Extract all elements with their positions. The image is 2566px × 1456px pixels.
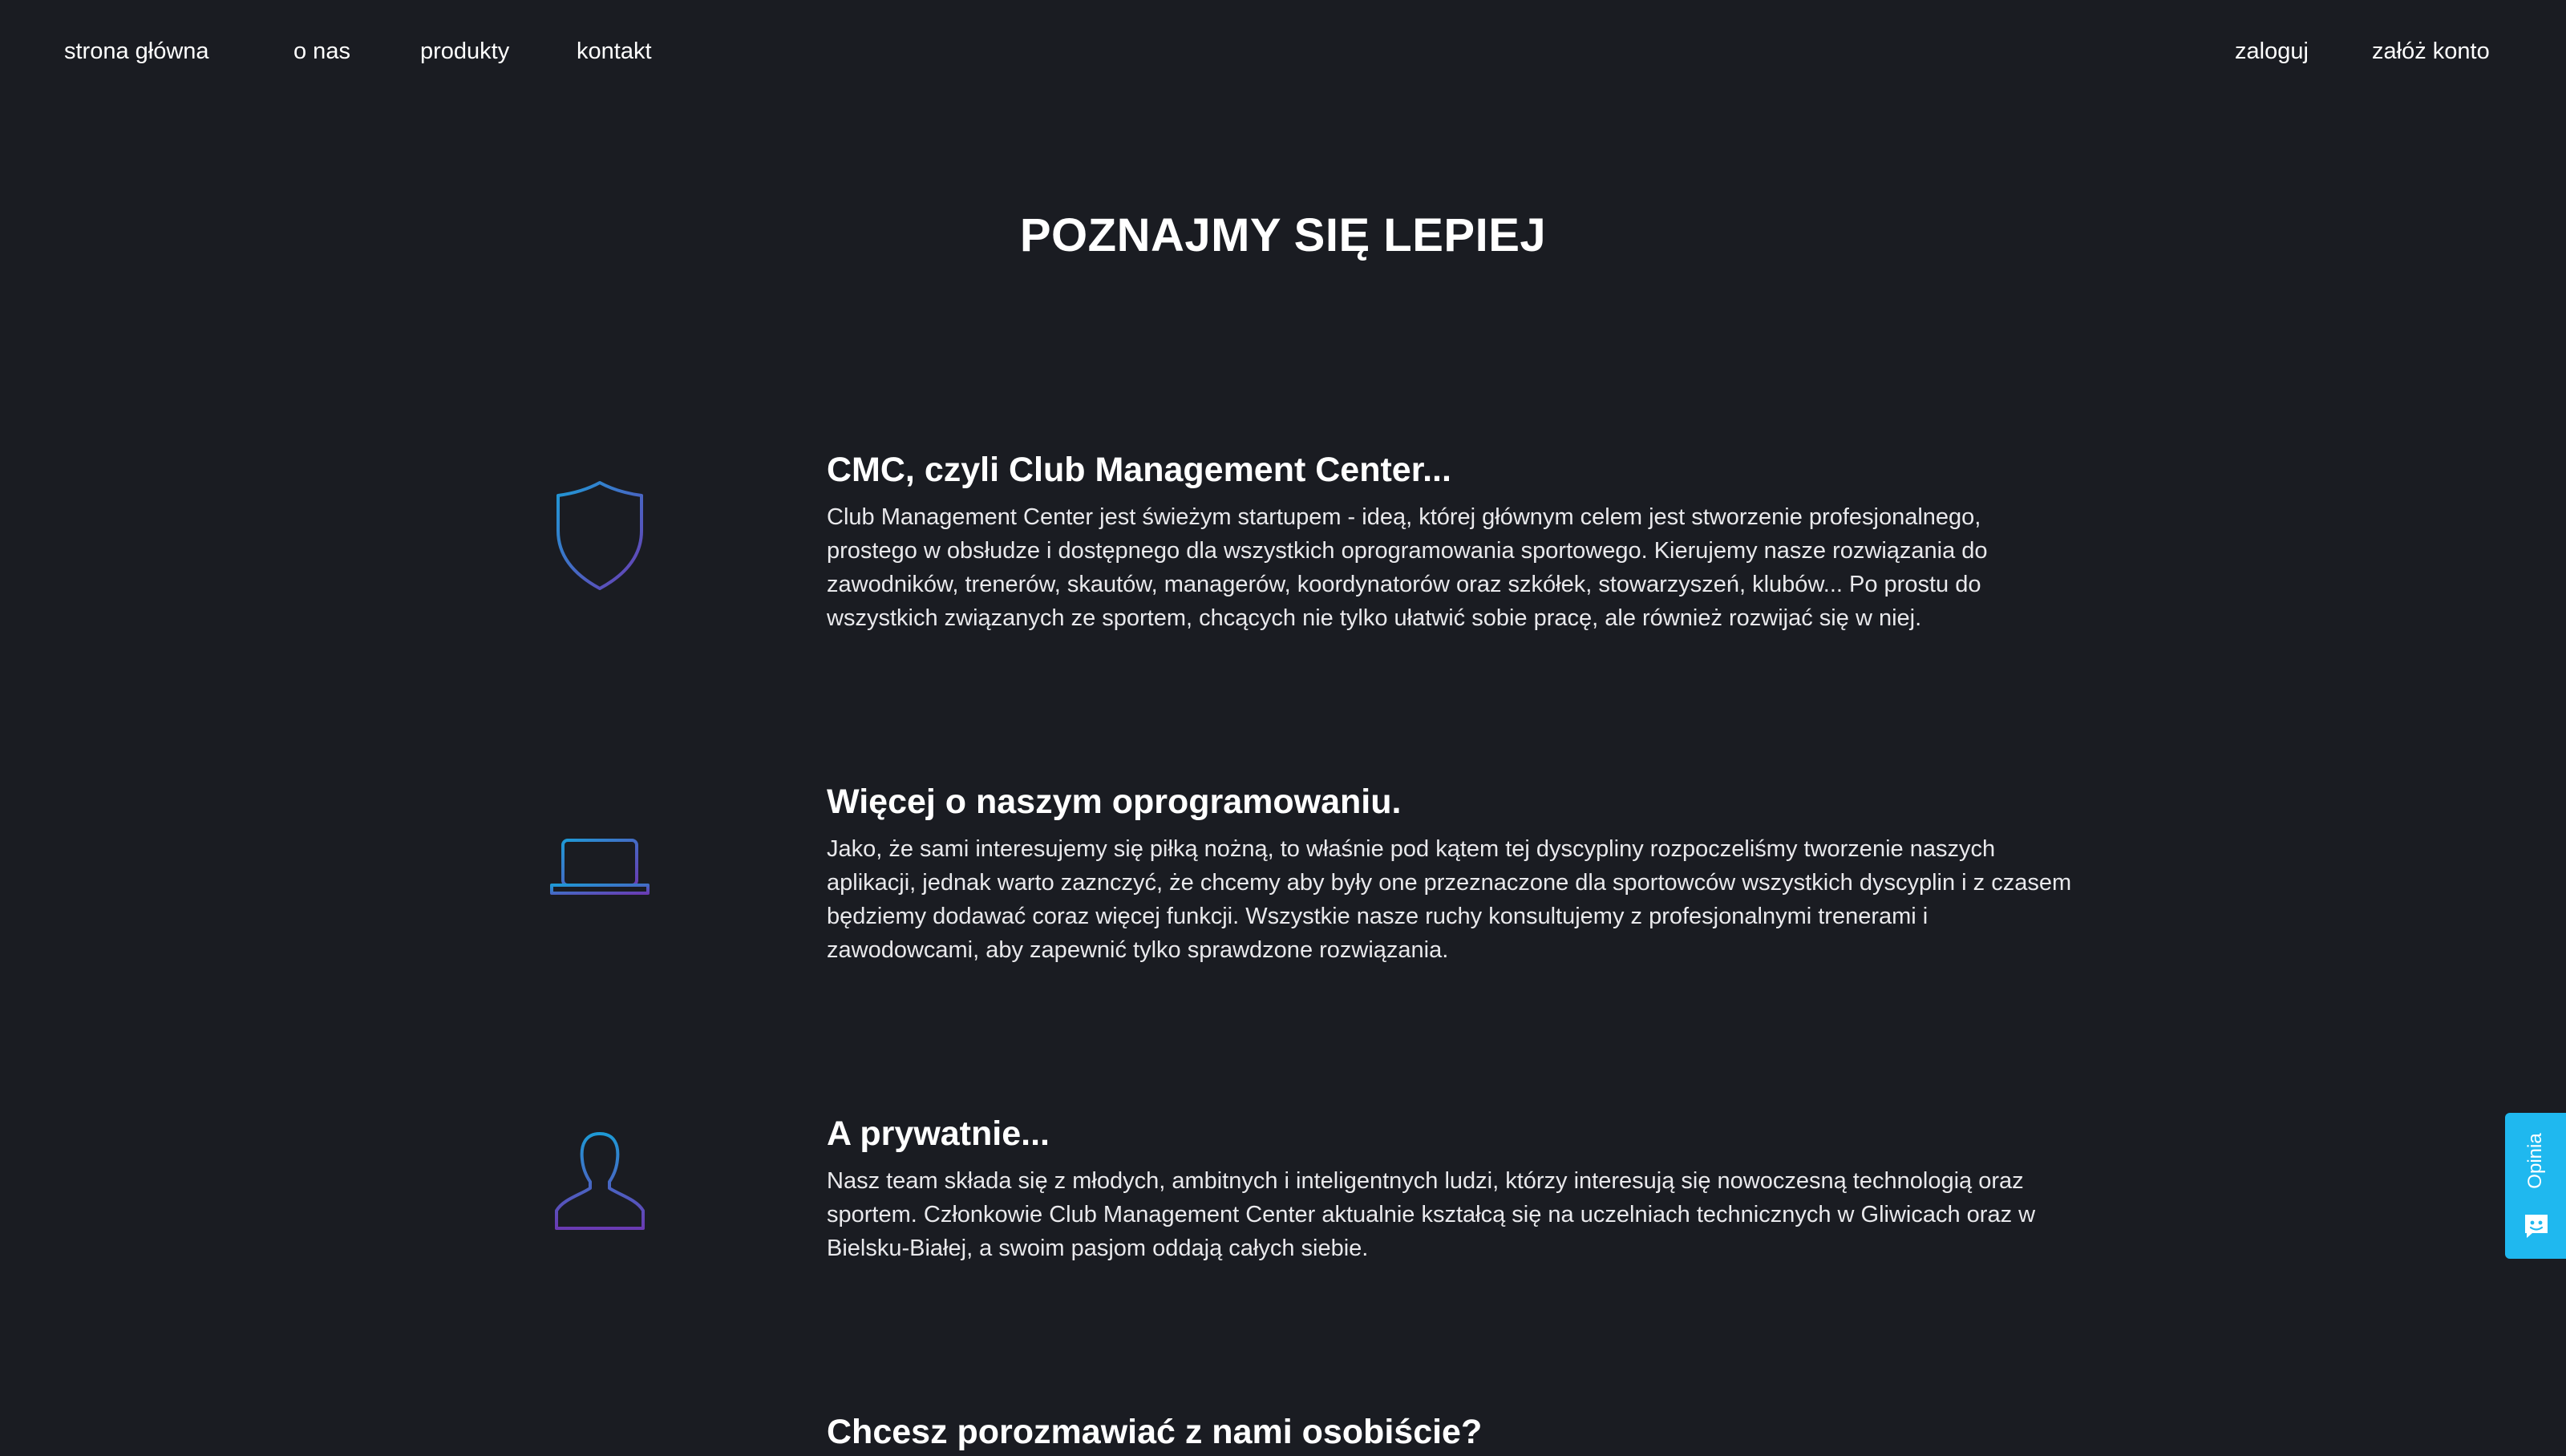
person-icon (545, 1127, 654, 1240)
nav-link-about[interactable]: o nas (293, 35, 350, 67)
nav-link-register[interactable]: załóż konto (2372, 35, 2490, 67)
nav-link-login[interactable]: zaloguj (2235, 35, 2309, 67)
nav-link-home[interactable]: strona główna (64, 35, 209, 67)
section-paragraph: Nasz team składa się z młodych, ambitnyc… (827, 1164, 2190, 1265)
paragraph-line: prostego w obsłudze i dostępnego dla wsz… (827, 538, 1988, 564)
laptop-icon (545, 826, 654, 898)
paragraph-line: Bielsku-Białej, a swoim pasjom oddają ca… (827, 1236, 1369, 1261)
section-heading: Więcej o naszym oprogramowaniu. (827, 783, 1402, 821)
paragraph-line: Jako, że sami interesujemy się piłką noż… (827, 836, 1996, 862)
paragraph-line: będziemy dodawać coraz więcej funkcji. W… (827, 904, 1929, 929)
feedback-label: Opinia (2524, 1133, 2546, 1189)
paragraph-line: zawodników, trenerów, skautów, managerów… (827, 572, 1981, 597)
feedback-button[interactable]: Opinia (2505, 1113, 2566, 1259)
chat-icon (2523, 1212, 2550, 1240)
nav-link-contact[interactable]: kontakt (577, 35, 652, 67)
paragraph-line: wszystkich związanych ze sportem, chcący… (827, 605, 1922, 631)
section-paragraph: Jako, że sami interesujemy się piłką noż… (827, 832, 2190, 967)
nav-link-products[interactable]: produkty (420, 35, 509, 67)
paragraph-line: zawodowcami, aby zapewnić tylko sprawdzo… (827, 937, 1449, 963)
section-heading: A prywatnie... (827, 1114, 1050, 1153)
shield-icon (545, 479, 654, 592)
paragraph-line: Nasz team składa się z młodych, ambitnyc… (827, 1168, 2024, 1194)
section-heading: Chcesz porozmawiać z nami osobiście? (827, 1413, 1483, 1451)
paragraph-line: Club Management Center jest świeżym star… (827, 504, 1981, 530)
page-title: POZNAJMY SIĘ LEPIEJ (1019, 209, 1547, 261)
section-paragraph: Club Management Center jest świeżym star… (827, 500, 2190, 635)
paragraph-line: aplikacji, jednak warto zaznczyć, że chc… (827, 870, 2072, 896)
section-heading: CMC, czyli Club Management Center... (827, 451, 1451, 489)
paragraph-line: sportem. Członkowie Club Management Cent… (827, 1202, 2036, 1227)
